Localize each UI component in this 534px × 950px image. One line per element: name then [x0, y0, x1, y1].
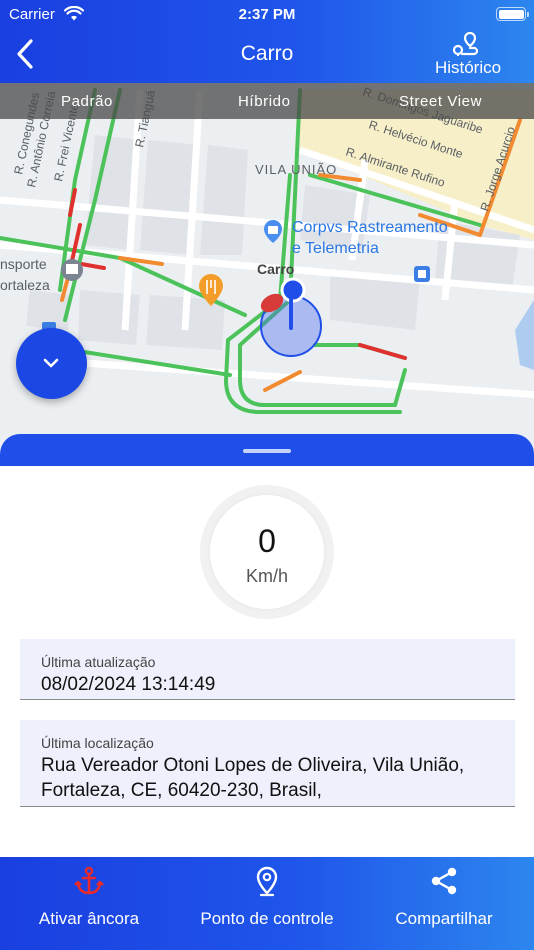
- last-location-label: Última localização: [41, 735, 154, 751]
- checkpoint-button[interactable]: Ponto de controle: [193, 865, 341, 935]
- last-location-value: Rua Vereador Otoni Lopes de Oliveira, Vi…: [41, 755, 465, 801]
- last-update-field: Última atualização 08/02/2024 13:14:49: [20, 639, 515, 700]
- bottom-sheet-header[interactable]: [0, 434, 534, 466]
- map-view[interactable]: R. Conegundes R. Antônio Correia R. Frei…: [0, 83, 534, 449]
- poi-name: Corpvs Rastreamento: [292, 219, 448, 236]
- battery-icon: [496, 7, 529, 21]
- map-type-tabs: Padrão Híbrido Street View: [0, 83, 534, 119]
- last-location-field: Última localização Rua Vereador Otoni Lo…: [20, 720, 515, 807]
- poi-name: e Telemetria: [292, 240, 379, 257]
- vehicle-label: Carro: [257, 261, 294, 277]
- left-poi-label: ortaleza: [0, 277, 50, 293]
- speed-unit: Km/h: [245, 566, 288, 586]
- tab-hybrid[interactable]: Híbrido: [238, 93, 291, 110]
- last-update-value: 08/02/2024 13:14:49: [41, 674, 216, 695]
- status-time: 2:37 PM: [238, 6, 296, 23]
- location-pin-icon: [256, 866, 278, 897]
- anchor-icon: [74, 866, 104, 895]
- tab-standard[interactable]: Padrão: [61, 93, 113, 110]
- share-label: Compartilhar: [395, 909, 493, 928]
- chevron-down-icon: [43, 358, 59, 368]
- neighborhood-label: VILA UNIÃO: [255, 162, 337, 177]
- history-button[interactable]: Histórico: [428, 30, 508, 78]
- checkpoint-label: Ponto de controle: [200, 909, 334, 928]
- route-history-icon: [452, 31, 479, 56]
- drag-handle[interactable]: [243, 449, 291, 453]
- bottom-action-bar: Ativar âncora Ponto de controle Comparti…: [0, 857, 534, 950]
- share-button[interactable]: Compartilhar: [388, 865, 500, 935]
- left-poi-label: nsporte: [0, 256, 47, 272]
- tab-street-view[interactable]: Street View: [399, 93, 482, 110]
- status-bar: Carrier 2:37 PM: [0, 5, 534, 24]
- map-canvas: R. Conegundes R. Antônio Correia R. Frei…: [0, 85, 534, 414]
- collapse-map-button[interactable]: [16, 328, 87, 399]
- top-bar: Carrier 2:37 PM Carro Histórico: [0, 0, 534, 83]
- last-update-label: Última atualização: [41, 654, 156, 670]
- speed-value: 0: [258, 523, 276, 559]
- speed-gauge: 0 Km/h: [200, 485, 334, 619]
- share-icon: [431, 867, 457, 895]
- anchor-label: Ativar âncora: [38, 909, 140, 928]
- anchor-button[interactable]: Ativar âncora: [30, 865, 148, 935]
- history-label: Histórico: [434, 58, 502, 77]
